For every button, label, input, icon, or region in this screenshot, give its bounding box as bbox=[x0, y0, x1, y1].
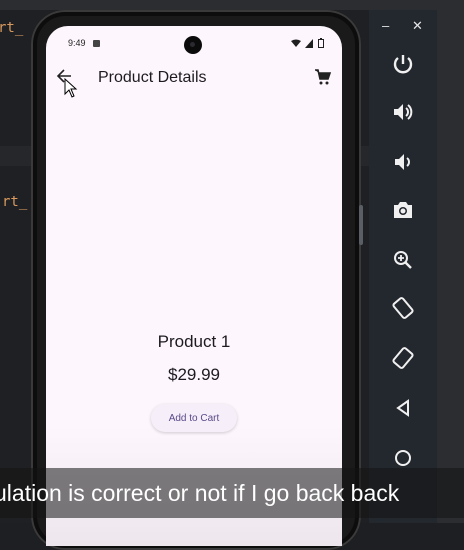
mouse-cursor-icon bbox=[64, 78, 78, 98]
notification-icon bbox=[93, 40, 100, 47]
ide-right-panel bbox=[437, 0, 464, 523]
volume-up-icon bbox=[394, 104, 413, 120]
power-icon bbox=[393, 55, 413, 74]
screenshot-button[interactable] bbox=[389, 196, 417, 224]
minimize-button[interactable]: – bbox=[382, 18, 389, 33]
page-title: Product Details bbox=[98, 69, 207, 86]
volume-up-button[interactable] bbox=[389, 98, 417, 126]
back-icon bbox=[396, 399, 409, 417]
status-time: 9:49 bbox=[68, 38, 86, 48]
nav-back-button[interactable] bbox=[389, 394, 417, 422]
battery-icon bbox=[318, 38, 324, 48]
emulator-toolbar: – ✕ bbox=[369, 10, 437, 523]
rotate-left-icon bbox=[392, 297, 414, 319]
front-camera bbox=[184, 36, 202, 54]
zoom-icon bbox=[394, 251, 412, 269]
rotate-right-button[interactable] bbox=[389, 344, 417, 372]
close-button[interactable]: ✕ bbox=[412, 18, 423, 34]
cart-button[interactable] bbox=[314, 68, 332, 86]
camera-icon bbox=[394, 202, 412, 218]
home-icon bbox=[395, 450, 411, 466]
caption-text: ulation is correct or not if I go back b… bbox=[0, 480, 400, 506]
signal-icon bbox=[305, 39, 314, 48]
video-caption: ulation is correct or not if I go back b… bbox=[0, 468, 464, 518]
app-bar: Product Details bbox=[46, 64, 342, 98]
product-name: Product 1 bbox=[157, 332, 231, 351]
ide-top-bar bbox=[0, 0, 464, 10]
rotate-right-icon bbox=[392, 347, 414, 369]
scrollbar-handle[interactable] bbox=[359, 205, 363, 245]
status-bar: 9:49 bbox=[46, 26, 342, 60]
system-icons bbox=[290, 38, 324, 50]
ide-code-fragment: rt_ bbox=[0, 20, 24, 36]
rotate-left-button[interactable] bbox=[389, 294, 417, 322]
zoom-button[interactable] bbox=[389, 246, 417, 274]
product-price: $29.99 bbox=[168, 365, 220, 384]
add-to-cart-button[interactable]: Add to Cart bbox=[151, 404, 237, 432]
volume-down-button[interactable] bbox=[389, 148, 417, 176]
power-button[interactable] bbox=[389, 50, 417, 78]
ide-code-fragment: rt_ bbox=[2, 194, 28, 210]
volume-down-icon bbox=[395, 154, 410, 170]
shopping-cart-icon bbox=[315, 69, 332, 85]
wifi-icon bbox=[290, 39, 301, 47]
